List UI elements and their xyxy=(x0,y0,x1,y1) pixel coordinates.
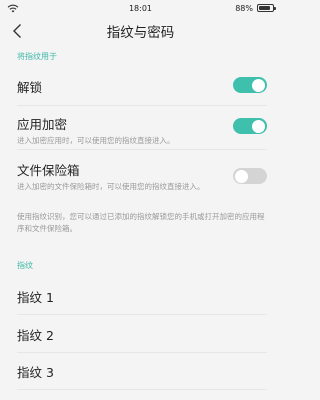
toggle-knob xyxy=(252,78,265,92)
app-encrypt-desc: 进入加密应用时，可以使用您的指纹直接进入。 xyxy=(17,136,175,145)
file-safe-toggle[interactable] xyxy=(233,168,267,184)
app-encrypt-row[interactable]: 应用加密 进入加密应用时，可以使用您的指纹直接进入。 xyxy=(17,106,267,150)
toggle-knob xyxy=(235,169,248,183)
section-label-use-for: 将指纹用于 xyxy=(17,52,57,61)
file-safe-label: 文件保险箱 xyxy=(17,163,80,178)
unlock-row[interactable]: 解锁 xyxy=(17,64,267,106)
fingerprint-password-screen: 18:01 88% 指纹与密码 将指纹用于 解锁 应用加密 进入加密应用时，可以… xyxy=(0,0,281,400)
fingerprint-item[interactable]: 指纹 2 xyxy=(17,315,267,353)
app-encrypt-label: 应用加密 xyxy=(17,117,68,132)
app-encrypt-toggle[interactable] xyxy=(233,118,267,134)
chevron-left-icon[interactable] xyxy=(9,22,27,40)
section-label-fingerprints: 指纹 xyxy=(17,261,33,270)
fingerprint-item-label: 指纹 2 xyxy=(17,327,54,343)
fingerprint-item[interactable]: 指纹 3 xyxy=(17,352,267,390)
app-encrypt-text: 应用加密 进入加密应用时，可以使用您的指纹直接进入。 xyxy=(17,114,175,146)
unlock-toggle[interactable] xyxy=(233,77,267,93)
file-safe-row[interactable]: 文件保险箱 进入加密的文件保险箱时，可以使用您的指纹直接进入。 xyxy=(17,150,267,200)
fingerprint-usage-note: 使用指纹识别，您可以通过已添加的指纹解锁您的手机或打开加密的应用程序和文件保险箱… xyxy=(17,212,265,233)
battery-icon xyxy=(257,4,276,12)
status-bar: 18:01 88% xyxy=(0,0,281,16)
file-safe-text: 文件保险箱 进入加密的文件保险箱时，可以使用您的指纹直接进入。 xyxy=(17,160,205,192)
unlock-label: 解锁 xyxy=(17,80,43,95)
divider xyxy=(17,389,267,390)
file-safe-desc: 进入加密的文件保险箱时，可以使用您的指纹直接进入。 xyxy=(17,182,205,191)
fingerprint-item-label: 指纹 3 xyxy=(17,364,54,380)
fingerprint-item-label: 指纹 1 xyxy=(17,289,54,305)
fingerprint-item[interactable]: 指纹 1 xyxy=(17,277,267,315)
battery-fill xyxy=(259,6,271,10)
page-title: 指纹与密码 xyxy=(106,25,175,41)
toggle-knob xyxy=(252,119,265,133)
title-bar: 指纹与密码 xyxy=(0,16,281,46)
status-time: 18:01 xyxy=(128,3,153,13)
